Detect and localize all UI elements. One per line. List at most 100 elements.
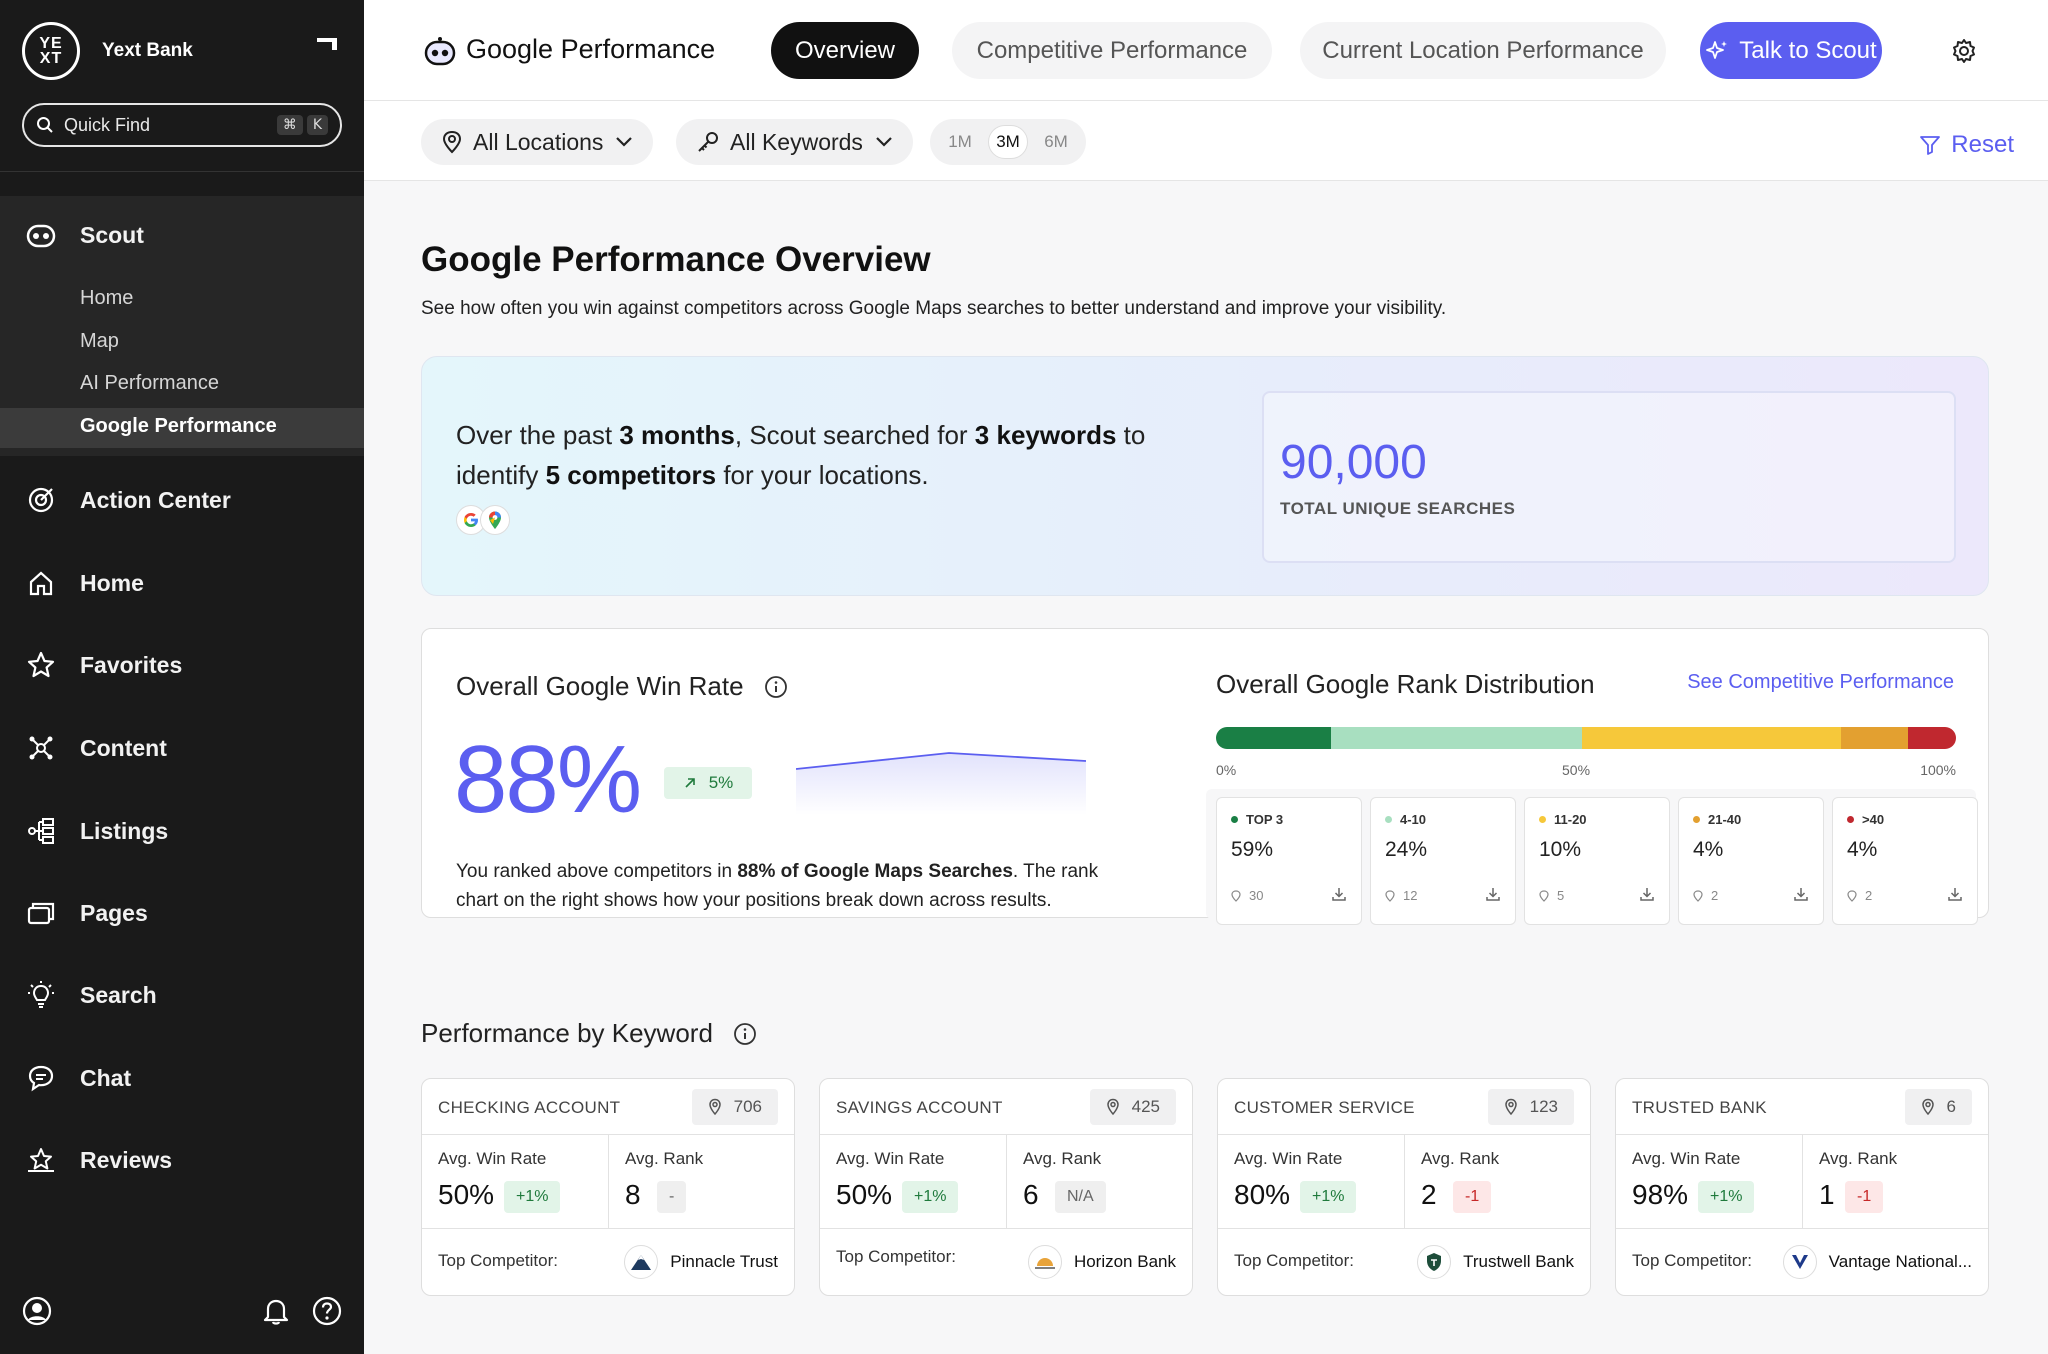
download-icon[interactable] bbox=[1639, 886, 1655, 902]
sidebar-item-favorites[interactable]: Favorites bbox=[26, 650, 182, 680]
keyword-card-checking-account[interactable]: CHECKING ACCOUNT 706 Avg. Win Rate 50% +… bbox=[421, 1078, 795, 1296]
legend-dot bbox=[1539, 816, 1546, 823]
shield-icon bbox=[1417, 1245, 1452, 1279]
win-rate-card: Overall Google Win Rate 88% 5% You ranke… bbox=[421, 628, 1989, 925]
yext-logo: YE XT bbox=[22, 22, 80, 80]
range-3m[interactable]: 3M bbox=[988, 125, 1028, 159]
rank-bar-segment-0 bbox=[1216, 727, 1331, 749]
scout-robot-icon bbox=[424, 37, 456, 66]
sidebar-item-home[interactable]: Home bbox=[26, 568, 144, 598]
sidebar-item-reviews[interactable]: Reviews bbox=[26, 1145, 172, 1175]
key-icon bbox=[698, 132, 718, 152]
keyword-card-trusted-bank[interactable]: TRUSTED BANK 6 Avg. Win Rate 98% +1% Avg… bbox=[1615, 1078, 1989, 1296]
talk-to-scout-button[interactable]: Talk to Scout bbox=[1700, 22, 1882, 79]
keyword-location-count: 123 bbox=[1487, 1089, 1574, 1125]
help-icon[interactable] bbox=[312, 1296, 342, 1326]
pages-icon bbox=[26, 898, 56, 928]
locations-dropdown[interactable]: All Locations bbox=[421, 119, 654, 165]
sidebar-item-search[interactable]: Search bbox=[26, 980, 157, 1010]
download-icon[interactable] bbox=[1947, 886, 1963, 902]
bell-icon[interactable] bbox=[262, 1296, 290, 1326]
location-pin-icon bbox=[1504, 1098, 1517, 1116]
bucket-count: 2 bbox=[1847, 888, 1872, 903]
quick-find-input[interactable]: Quick Find ⌘ K bbox=[22, 103, 342, 147]
keyword-name: TRUSTED BANK bbox=[1632, 1098, 1767, 1117]
tab-current-location-performance[interactable]: Current Location Performance bbox=[1300, 22, 1666, 79]
download-icon[interactable] bbox=[1331, 886, 1347, 902]
rank-value: 6 bbox=[1023, 1179, 1039, 1210]
sidebar-item-pages[interactable]: Pages bbox=[26, 898, 148, 928]
rank-delta: - bbox=[657, 1181, 687, 1213]
collapse-sidebar-icon[interactable] bbox=[316, 36, 338, 56]
keyword-location-count: 706 bbox=[691, 1089, 778, 1125]
top-competitor: Trustwell Bank bbox=[1417, 1245, 1574, 1279]
keywords-dropdown[interactable]: All Keywords bbox=[676, 119, 913, 165]
total-searches-card: 90,000 TOTAL UNIQUE SEARCHES bbox=[1262, 391, 1956, 563]
user-avatar-icon[interactable] bbox=[22, 1296, 52, 1326]
sidebar-item-action-center[interactable]: Action Center bbox=[26, 485, 231, 515]
rank-delta: -1 bbox=[1453, 1181, 1492, 1213]
rank-bar-segment-2 bbox=[1582, 727, 1842, 749]
rank-label: Avg. Rank bbox=[625, 1149, 704, 1168]
tab-overview[interactable]: Overview bbox=[771, 22, 919, 79]
source-icons bbox=[456, 505, 510, 535]
sidebar-divider bbox=[0, 171, 364, 172]
win-rate-value: 88% bbox=[454, 726, 642, 833]
tab-competitive-performance[interactable]: Competitive Performance bbox=[952, 22, 1272, 79]
win-rate-value: 98% bbox=[1632, 1179, 1689, 1210]
total-searches-value: 90,000 bbox=[1280, 436, 1427, 489]
gear-icon[interactable] bbox=[1951, 38, 1977, 64]
rank-label: Avg. Rank bbox=[1421, 1149, 1500, 1168]
keyword-card-customer-service[interactable]: CUSTOMER SERVICE 123 Avg. Win Rate 80% +… bbox=[1217, 1078, 1591, 1296]
keyword-name: SAVINGS ACCOUNT bbox=[836, 1098, 1003, 1117]
top-competitor: Horizon Bank bbox=[1027, 1245, 1176, 1279]
reset-button[interactable]: Reset bbox=[1919, 131, 2014, 159]
sidebar-item-content[interactable]: Content bbox=[26, 733, 167, 763]
mountain-icon bbox=[624, 1245, 659, 1279]
download-icon[interactable] bbox=[1793, 886, 1809, 902]
bucket-top-3: TOP 3 59% 30 bbox=[1216, 797, 1362, 925]
rank-delta: -1 bbox=[1845, 1181, 1884, 1213]
rank-tick-50: 50% bbox=[1562, 762, 1591, 778]
locations-label: All Locations bbox=[473, 128, 604, 155]
range-1m[interactable]: 1M bbox=[940, 125, 980, 159]
info-icon[interactable] bbox=[764, 675, 788, 699]
win-rate-sparkline bbox=[796, 752, 1086, 815]
sidebar: YE XT Yext Bank Quick Find ⌘ K Scout Home… bbox=[0, 0, 364, 1354]
summary-banner: Over the past 3 months, Scout searched f… bbox=[421, 356, 1989, 596]
sidebar-item-label: Search bbox=[80, 981, 157, 1008]
star-icon bbox=[26, 650, 56, 680]
sidebar-sub-map[interactable]: Map bbox=[80, 330, 119, 353]
sidebar-sub-ai-performance[interactable]: AI Performance bbox=[80, 372, 219, 395]
location-pin-icon bbox=[1847, 889, 1857, 902]
sidebar-sub-home[interactable]: Home bbox=[80, 287, 133, 310]
rank-bar-segment-4 bbox=[1907, 727, 1956, 749]
bucket-percent: 59% bbox=[1231, 838, 1274, 861]
location-pin-icon bbox=[1539, 889, 1549, 902]
keyword-card-savings-account[interactable]: SAVINGS ACCOUNT 425 Avg. Win Rate 50% +1… bbox=[819, 1078, 1193, 1296]
download-icon[interactable] bbox=[1485, 886, 1501, 902]
overview-description: See how often you win against competitor… bbox=[421, 298, 1447, 319]
win-rate-value: 50% bbox=[438, 1179, 495, 1210]
legend-dot bbox=[1693, 816, 1700, 823]
info-icon[interactable] bbox=[733, 1022, 757, 1046]
sparkle-icon bbox=[1706, 40, 1728, 59]
range-6m[interactable]: 6M bbox=[1036, 125, 1076, 159]
bucket-over-40: >40 4% 2 bbox=[1832, 797, 1978, 925]
keyword-section-title: Performance by Keyword bbox=[421, 1018, 757, 1049]
sidebar-item-scout[interactable]: Scout bbox=[26, 220, 144, 250]
keyword-name: CHECKING ACCOUNT bbox=[438, 1098, 621, 1117]
brand-name: Yext Bank bbox=[102, 40, 193, 61]
sidebar-item-label: Scout bbox=[80, 221, 144, 248]
sidebar-sub-google-performance[interactable]: Google Performance bbox=[80, 415, 277, 438]
brand[interactable]: YE XT Yext Bank bbox=[22, 22, 193, 80]
sidebar-item-listings[interactable]: Listings bbox=[26, 816, 168, 846]
bucket-percent: 4% bbox=[1847, 838, 1878, 861]
sidebar-item-chat[interactable]: Chat bbox=[26, 1063, 131, 1093]
top-competitor-label: Top Competitor: bbox=[438, 1251, 558, 1270]
sidebar-item-label: Chat bbox=[80, 1064, 132, 1091]
arrow-up-right-icon bbox=[685, 778, 695, 788]
chevron-down-icon bbox=[616, 137, 633, 147]
bucket-4-10: 4-10 24% 12 bbox=[1370, 797, 1516, 925]
see-competitive-performance-link[interactable]: See Competitive Performance bbox=[1687, 671, 1954, 694]
